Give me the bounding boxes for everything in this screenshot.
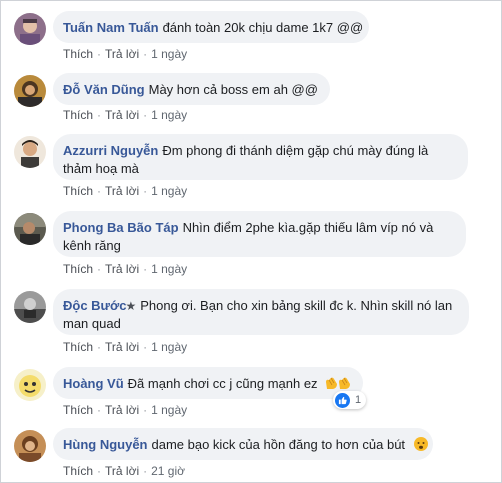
like-button[interactable]: Thích (63, 464, 93, 478)
comment-author[interactable]: Phong Ba Bão Táp (63, 220, 179, 235)
comment-bubble: Độc Bước★ Phong ơi. Bạn cho xin bảng skil… (53, 289, 469, 335)
like-icon (335, 392, 350, 408)
comment-author[interactable]: Hùng Nguyễn (63, 437, 148, 452)
comment-time[interactable]: 1 ngày (151, 262, 187, 276)
comment-bubble: Đỗ Văn Dũng Mày hơn cả boss em ah @@ (53, 73, 330, 105)
star-icon: ★ (125, 299, 137, 313)
avatar[interactable] (14, 291, 46, 323)
avatar[interactable] (14, 430, 46, 462)
avatar[interactable] (14, 75, 46, 107)
separator: · (97, 47, 102, 61)
comment-text: Đã mạnh chơi cc j cũng mạnh ez (127, 376, 318, 391)
avatar[interactable] (14, 136, 46, 168)
like-button[interactable]: Thích (63, 184, 93, 198)
comment-actions: Thích · Trả lời · 1 ngày (63, 108, 187, 122)
separator: · (143, 262, 148, 276)
comment-text: man quad (63, 316, 121, 331)
comment-actions: Thích · Trả lời · 21 giờ (63, 464, 185, 478)
reply-button[interactable]: Trả lời (105, 47, 139, 61)
reply-button[interactable]: Trả lời (105, 184, 139, 198)
comment-actions: Thích · Trả lời · 1 ngày (63, 184, 187, 198)
avatar[interactable] (14, 13, 46, 45)
comment-time[interactable]: 1 ngày (151, 403, 187, 417)
comment-text: kênh răng (63, 238, 121, 253)
comment-bubble: Azzurri Nguyễn Đm phong đi thánh diệm gặp… (53, 134, 468, 180)
reaction-count: 1 (355, 394, 362, 406)
reply-button[interactable]: Trả lời (105, 108, 139, 122)
separator: · (97, 262, 102, 276)
like-button[interactable]: Thích (63, 262, 93, 276)
comment-text: đánh toàn 20k chịu dame 1k7 @@ (162, 20, 364, 35)
separator: · (97, 403, 102, 417)
comment-time[interactable]: 21 giờ (151, 464, 185, 478)
comment-time[interactable]: 1 ngày (151, 340, 187, 354)
sad-face-icon (413, 436, 429, 452)
comment-text: thảm hoạ mà (63, 161, 139, 176)
comment-actions: Thích · Trả lời · 1 ngày (63, 262, 187, 276)
separator: · (143, 464, 148, 478)
separator: · (143, 340, 148, 354)
reply-button[interactable]: Trả lời (105, 403, 139, 417)
separator: · (143, 108, 148, 122)
like-button[interactable]: Thích (63, 340, 93, 354)
comment-text: Đm phong đi thánh diệm gặp chú mày đúng … (162, 143, 429, 158)
comment-time[interactable]: 1 ngày (151, 108, 187, 122)
separator: · (143, 47, 148, 61)
separator: · (97, 108, 102, 122)
comment-bubble: Hoàng Vũ Đã mạnh chơi cc j cũng mạnh ez (53, 367, 363, 399)
reply-button[interactable]: Trả lời (105, 464, 139, 478)
comment-text: Phong ơi. Bạn cho xin bảng skill đc k. N… (140, 298, 453, 313)
clapping-hands-icon (338, 376, 351, 390)
comment-time[interactable]: 1 ngày (151, 184, 187, 198)
separator: · (143, 403, 148, 417)
comment-thread: Tuấn Nam Tuấn đánh toàn 20k chịu dame 1k7… (0, 0, 502, 483)
avatar[interactable] (14, 213, 46, 245)
comment-author[interactable]: Azzurri Nguyễn (63, 143, 158, 158)
comment-author[interactable]: Độc Bước (63, 298, 126, 313)
clapping-hands-icon (325, 376, 338, 390)
comment-actions: Thích · Trả lời · 1 ngày (63, 403, 187, 417)
comment-actions: Thích · Trả lời · 1 ngày (63, 340, 187, 354)
comment-author[interactable]: Hoàng Vũ (63, 376, 124, 391)
separator: · (97, 340, 102, 354)
like-button[interactable]: Thích (63, 108, 93, 122)
separator: · (143, 184, 148, 198)
comment-actions: Thích · Trả lời · 1 ngày (63, 47, 187, 61)
comment-time[interactable]: 1 ngày (151, 47, 187, 61)
like-button[interactable]: Thích (63, 403, 93, 417)
like-button[interactable]: Thích (63, 47, 93, 61)
comment-bubble: Tuấn Nam Tuấn đánh toàn 20k chịu dame 1k7… (53, 11, 369, 43)
reply-button[interactable]: Trả lời (105, 340, 139, 354)
separator: · (97, 464, 102, 478)
comment-bubble: Hùng Nguyễn dame bạo kick của hồn đăng to… (53, 428, 433, 460)
separator: · (97, 184, 102, 198)
reaction-summary[interactable]: 1 (333, 391, 367, 409)
comment-text: dame bạo kick của hồn đăng to hơn của bú… (151, 437, 406, 452)
reply-button[interactable]: Trả lời (105, 262, 139, 276)
comment-author[interactable]: Đỗ Văn Dũng (63, 82, 145, 97)
comment-text: Mày hơn cả boss em ah @@ (148, 82, 318, 97)
comment-text: Nhìn điểm 2phe kìa.gặp thiếu lâm víp nó … (182, 220, 434, 235)
comment-author[interactable]: Tuấn Nam Tuấn (63, 20, 159, 35)
comment-bubble: Phong Ba Bão Táp Nhìn điểm 2phe kìa.gặp t… (53, 211, 466, 257)
avatar[interactable] (14, 369, 46, 401)
